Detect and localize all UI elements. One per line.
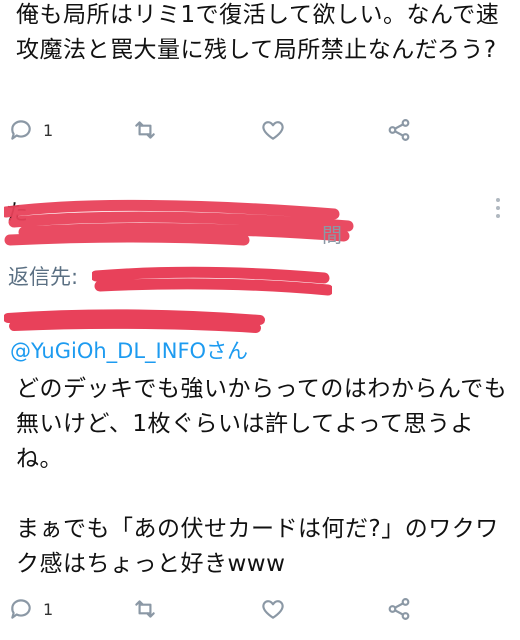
reply-to-line: 返信先: bbox=[8, 262, 78, 292]
reply-count: 1 bbox=[43, 599, 54, 619]
share-button[interactable] bbox=[386, 114, 412, 146]
retweet-button[interactable] bbox=[132, 593, 158, 625]
reply-button[interactable]: 1 bbox=[8, 593, 53, 625]
share-icon bbox=[388, 119, 410, 141]
reply-button[interactable]: 1 bbox=[8, 114, 53, 146]
redacted-username: た 間 bbox=[4, 199, 354, 247]
like-button[interactable] bbox=[260, 593, 286, 625]
retweet-icon bbox=[135, 121, 155, 139]
svg-text:間: 間 bbox=[322, 223, 342, 247]
redacted-mentions bbox=[92, 266, 332, 296]
tweet-author-header: た 間 bbox=[0, 186, 520, 247]
share-icon bbox=[388, 598, 410, 620]
tweet-text: 俺も局所はリミ1で復活して欲しい。なんで速攻魔法と罠大量に残して局所禁止なんだろ… bbox=[16, 2, 500, 63]
retweet-icon bbox=[135, 600, 155, 618]
reply-count: 1 bbox=[43, 120, 54, 140]
mention-link[interactable]: @YuGiOh_DL_INFOさん bbox=[10, 336, 248, 366]
tweet-action-bar: 1 bbox=[0, 114, 520, 146]
reply-to-label: 返信先: bbox=[8, 265, 79, 289]
retweet-button[interactable] bbox=[132, 114, 158, 146]
reply-icon bbox=[11, 120, 31, 140]
like-button[interactable] bbox=[260, 114, 286, 146]
share-button[interactable] bbox=[386, 593, 412, 625]
more-vertical-icon[interactable] bbox=[494, 198, 502, 222]
tweet-action-bar: 1 bbox=[0, 593, 520, 625]
tweet-text: どのデッキでも強いからってのはわからんでも無いけど、1枚ぐらいは許してよって思う… bbox=[16, 376, 508, 577]
redacted-mention-line bbox=[4, 309, 265, 333]
heart-icon bbox=[262, 121, 284, 140]
heart-icon bbox=[262, 600, 284, 619]
reply-icon bbox=[11, 599, 31, 619]
